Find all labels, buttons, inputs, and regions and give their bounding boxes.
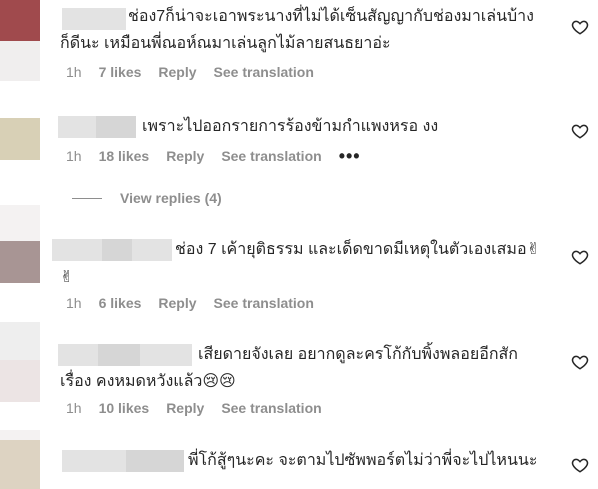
heart-outline-icon[interactable] [571, 122, 589, 140]
reply-button[interactable]: Reply [166, 148, 204, 164]
avatar-placeholder [0, 430, 40, 440]
comment-text-line2: เรื่อง คงหมดหวังแล้ว😢😢 [60, 373, 236, 390]
avatar[interactable] [0, 0, 40, 41]
comment-meta: 1h 6 likes Reply See translation [66, 295, 314, 311]
reply-button[interactable]: Reply [158, 64, 196, 80]
likes-count[interactable]: 18 likes [99, 148, 150, 164]
comment-text-line1: พี่โก้สู้ๆนะคะ จะตามไปซัพพอร์ตไม่ว่าพี่จ… [188, 452, 538, 469]
avatar-placeholder [0, 41, 40, 81]
comment-text-line1: เสียดายจังเลย อยากดูละครโก้กับพิ้งพลอยอี… [198, 346, 518, 363]
see-translation-link[interactable]: See translation [221, 148, 321, 164]
see-translation-link[interactable]: See translation [214, 64, 314, 80]
reply-button[interactable]: Reply [158, 295, 196, 311]
see-translation-link[interactable]: See translation [221, 400, 321, 416]
comment-text-line2: ก็ดีนะ เหมือนพี่ณอห์ณมาเล่นลูกไม้ลายสนธย… [60, 35, 391, 52]
more-options-icon[interactable]: ••• [339, 147, 361, 165]
likes-count[interactable]: 10 likes [99, 400, 150, 416]
comment-text-line1: เพราะไปออกรายการร้องข้ามกำแพงหรอ งง [142, 118, 439, 135]
comment-text: ช่อง 7 เค้ายุติธรรม และเด็ดขาดมีเหตุในตั… [60, 236, 560, 291]
comment-text-line1: ช่อง7ก็น่าจะเอาพระนางที่ไม่ได้เซ็นสัญญาก… [128, 8, 534, 25]
heart-outline-icon[interactable] [571, 248, 589, 266]
heart-outline-icon[interactable] [571, 353, 589, 371]
comment-text-line1: ช่อง 7 เค้ายุติธรรม และเด็ดขาดมีเหตุในตั… [175, 241, 540, 258]
comment-text-line2: ✌ [60, 267, 74, 286]
avatar[interactable] [0, 241, 40, 283]
view-replies-label: View replies (4) [120, 190, 222, 206]
comment-meta: 1h 18 likes Reply See translation ••• [66, 147, 361, 165]
comment-time: 1h [66, 148, 82, 164]
heart-outline-icon[interactable] [571, 456, 589, 474]
likes-count[interactable]: 6 likes [99, 295, 142, 311]
avatar[interactable] [0, 118, 40, 160]
comment-meta: 1h 10 likes Reply See translation [66, 400, 322, 416]
comment-time: 1h [66, 400, 82, 416]
see-translation-link[interactable]: See translation [214, 295, 314, 311]
reply-button[interactable]: Reply [166, 400, 204, 416]
avatar-placeholder [0, 205, 40, 241]
comment-text: เสียดายจังเลย อยากดูละครโก้กับพิ้งพลอยอี… [60, 341, 560, 395]
view-replies-button[interactable]: View replies (4) [72, 190, 222, 206]
comment-time: 1h [66, 64, 82, 80]
avatar-placeholder [0, 322, 40, 360]
comment-text: พี่โก้สู้ๆนะคะ จะตามไปซัพพอร์ตไม่ว่าพี่จ… [60, 447, 560, 474]
comment-text: ช่อง7ก็น่าจะเอาพระนางที่ไม่ได้เซ็นสัญญาก… [60, 3, 560, 57]
comment-text: เพราะไปออกรายการร้องข้ามกำแพงหรอ งง [60, 113, 560, 140]
avatar[interactable] [0, 440, 40, 489]
likes-count[interactable]: 7 likes [99, 64, 142, 80]
avatar[interactable] [0, 360, 40, 402]
divider-line [72, 197, 102, 199]
comment-meta: 1h 7 likes Reply See translation [66, 64, 314, 80]
heart-outline-icon[interactable] [571, 18, 589, 36]
comment-time: 1h [66, 295, 82, 311]
